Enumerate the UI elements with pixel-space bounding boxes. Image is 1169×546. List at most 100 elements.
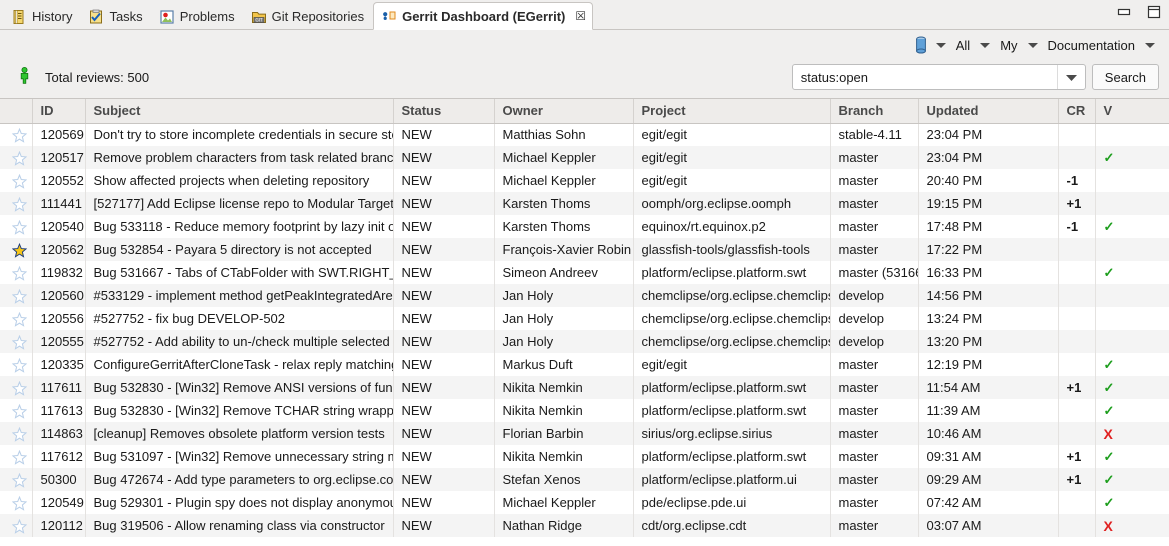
row-verified (1095, 123, 1169, 146)
minimize-icon (1117, 8, 1131, 16)
row-star-toggle[interactable] (0, 238, 33, 261)
search-input[interactable] (792, 65, 1057, 89)
chevron-down-icon[interactable] (976, 34, 994, 56)
row-status: NEW (393, 169, 495, 192)
filter-documentation[interactable]: Documentation (1042, 33, 1159, 57)
row-project: platform/eclipse.platform.swt (633, 399, 831, 422)
table-row[interactable]: 119832 Bug 531667 - Tabs of CTabFolder wi… (0, 261, 1169, 284)
column-header-id[interactable]: ID (32, 99, 86, 124)
table-row[interactable]: 50300 Bug 472674 - Add type parameters to… (0, 468, 1169, 491)
chevron-down-icon[interactable] (932, 34, 950, 56)
filter-all-label: All (955, 37, 971, 53)
row-star-toggle[interactable] (0, 307, 33, 330)
star-outline-icon (12, 357, 28, 373)
column-header-star[interactable] (0, 99, 33, 124)
row-subject: Bug 532830 - [Win32] Remove ANSI version… (85, 376, 394, 399)
row-id: 120112 (32, 514, 86, 537)
star-outline-icon (12, 449, 28, 465)
row-status: NEW (393, 238, 495, 261)
table-row[interactable]: 120540 Bug 533118 - Reduce memory footpri… (0, 215, 1169, 238)
star-outline-icon (12, 173, 28, 189)
row-star-toggle[interactable] (0, 215, 33, 238)
table-row[interactable]: 117612 Bug 531097 - [Win32] Remove unnece… (0, 445, 1169, 468)
row-status: NEW (393, 261, 495, 284)
row-subject: Don't try to store incomplete credential… (85, 123, 394, 146)
row-star-toggle[interactable] (0, 445, 33, 468)
minimize-button[interactable] (1115, 4, 1133, 20)
close-icon[interactable]: ☒ (575, 10, 586, 22)
table-row[interactable]: 120555 #527752 - Add ability to un-/check… (0, 330, 1169, 353)
tab-tasks[interactable]: Tasks (81, 3, 151, 30)
verified-fail-icon: X (1103, 517, 1113, 534)
verified-ok-icon: ✓ (1103, 149, 1115, 165)
search-history-dropdown[interactable] (1056, 65, 1085, 89)
row-star-toggle[interactable] (0, 146, 33, 169)
row-star-toggle[interactable] (0, 491, 33, 514)
table-row[interactable]: 120562 Bug 532854 - Payara 5 directory is… (0, 238, 1169, 261)
chevron-down-icon[interactable] (1024, 34, 1042, 56)
row-subject: #533129 - implement method getPeakIntegr… (85, 284, 394, 307)
table-row[interactable]: 120569 Don't try to store incomplete cred… (0, 123, 1169, 146)
column-header-project[interactable]: Project (633, 99, 831, 124)
row-code-review: +1 (1058, 468, 1096, 491)
table-row[interactable]: 117611 Bug 532830 - [Win32] Remove ANSI v… (0, 376, 1169, 399)
search-box[interactable] (791, 64, 1086, 90)
star-outline-icon (12, 426, 28, 442)
row-star-toggle[interactable] (0, 376, 33, 399)
column-header-status[interactable]: Status (393, 99, 495, 124)
table-row[interactable]: 120552 Show affected projects when deleti… (0, 169, 1169, 192)
row-star-toggle[interactable] (0, 261, 33, 284)
table-row[interactable]: 120560 #533129 - implement method getPeak… (0, 284, 1169, 307)
column-header-subject[interactable]: Subject (85, 99, 394, 124)
row-star-toggle[interactable] (0, 192, 33, 215)
table-row[interactable]: 120517 Remove problem characters from tas… (0, 146, 1169, 169)
reviews-table-container[interactable]: ID Subject Status Owner Project Branch U… (0, 98, 1169, 546)
filter-my[interactable]: My (994, 33, 1041, 57)
row-star-toggle[interactable] (0, 330, 33, 353)
row-branch: master (830, 468, 919, 491)
table-row[interactable]: 120112 Bug 319506 - Allow renaming class … (0, 514, 1169, 537)
star-outline-icon (12, 150, 28, 166)
tab-problems[interactable]: Problems (152, 3, 244, 30)
row-updated: 12:19 PM (918, 353, 1059, 376)
table-row[interactable]: 120556 #527752 - fix bug DEVELOP-502 NEW Ja… (0, 307, 1169, 330)
maximize-button[interactable] (1145, 4, 1163, 20)
row-updated: 09:31 AM (918, 445, 1059, 468)
search-button[interactable]: Search (1091, 64, 1159, 90)
tab-history[interactable]: History (4, 3, 81, 30)
tab-git-repositories[interactable]: GIT Git Repositories (244, 3, 373, 30)
table-row[interactable]: 114863 [cleanup] Removes obsolete platfor… (0, 422, 1169, 445)
row-star-toggle[interactable] (0, 399, 33, 422)
row-star-toggle[interactable] (0, 353, 33, 376)
row-subject: #527752 - fix bug DEVELOP-502 (85, 307, 394, 330)
row-star-toggle[interactable] (0, 123, 33, 146)
row-owner: Markus Duft (494, 353, 634, 376)
column-header-v[interactable]: V (1095, 99, 1169, 124)
table-row[interactable]: 120549 Bug 529301 - Plugin spy does not d… (0, 491, 1169, 514)
table-row[interactable]: 120335 ConfigureGerritAfterCloneTask - re… (0, 353, 1169, 376)
table-row[interactable]: 111441 [527177] Add Eclipse license repo … (0, 192, 1169, 215)
row-id: 120562 (32, 238, 86, 261)
column-header-cr[interactable]: CR (1058, 99, 1096, 124)
row-owner: François-Xavier Robin (494, 238, 634, 261)
row-subject: Bug 532854 - Payara 5 directory is not a… (85, 238, 394, 261)
row-star-toggle[interactable] (0, 422, 33, 445)
row-star-toggle[interactable] (0, 169, 33, 192)
tab-gerrit-dashboard[interactable]: Gerrit Dashboard (EGerrit) ☒ (373, 2, 594, 30)
tab-label: Git Repositories (271, 9, 365, 24)
review-count-group: Total reviews: 500 (10, 67, 149, 87)
server-selector[interactable] (910, 33, 950, 57)
row-star-toggle[interactable] (0, 468, 33, 491)
row-verified: ✓ (1095, 353, 1169, 376)
column-header-updated[interactable]: Updated (918, 99, 1059, 124)
row-star-toggle[interactable] (0, 284, 33, 307)
column-header-owner[interactable]: Owner (494, 99, 634, 124)
row-id: 117612 (32, 445, 86, 468)
column-header-branch[interactable]: Branch (830, 99, 919, 124)
table-row[interactable]: 117613 Bug 532830 - [Win32] Remove TCHAR … (0, 399, 1169, 422)
filter-all[interactable]: All (950, 33, 994, 57)
chevron-down-icon[interactable] (1141, 34, 1159, 56)
row-updated: 19:15 PM (918, 192, 1059, 215)
verified-ok-icon: ✓ (1103, 264, 1115, 280)
row-star-toggle[interactable] (0, 514, 33, 537)
